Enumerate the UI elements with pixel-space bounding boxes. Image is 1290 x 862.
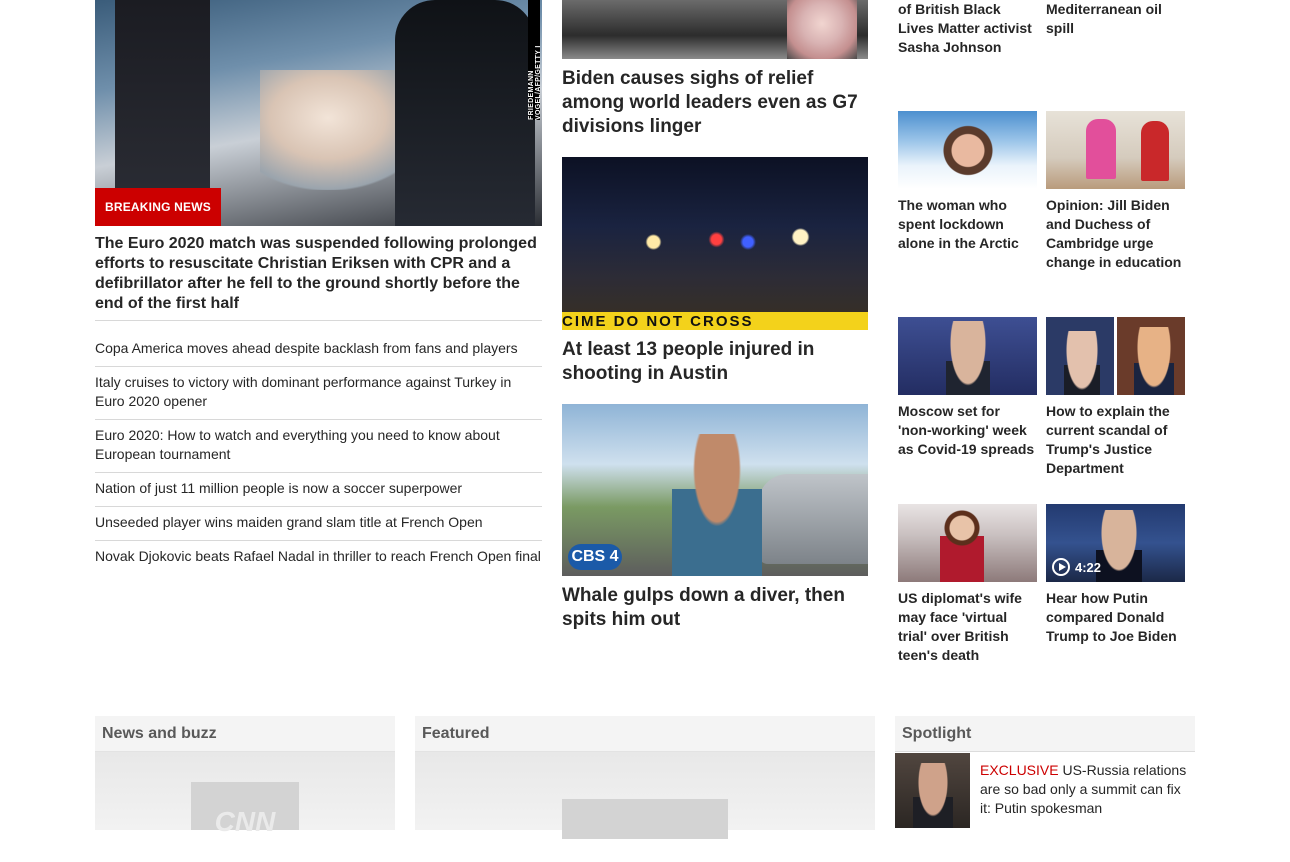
mini-card-title[interactable]: The woman who spent lockdown alone in th… bbox=[898, 196, 1037, 253]
mini-card[interactable]: How to explain the current scandal of Tr… bbox=[1046, 317, 1185, 504]
secondary-stories-column: Biden causes sighs of relief among world… bbox=[562, 0, 868, 632]
related-story-link[interactable]: Nation of just 11 million people is now … bbox=[95, 473, 542, 507]
thumbnail-face bbox=[1064, 331, 1100, 395]
thumbnail-face bbox=[946, 321, 990, 395]
thumbnail-figure bbox=[1141, 121, 1169, 181]
photo-credit: FRIEDEMANN VOGEL/AFP/GETTY I bbox=[528, 0, 542, 120]
mini-column-left-cards: The woman who spent lockdown alone in th… bbox=[898, 111, 1037, 665]
top-story-column: FRIEDEMANN VOGEL/AFP/GETTY I BREAKING NE… bbox=[95, 0, 542, 574]
parked-car bbox=[758, 474, 868, 564]
exclusive-kicker: EXCLUSIVE bbox=[980, 762, 1059, 778]
mini-card-title[interactable]: clean up Mediterranean oil spill bbox=[1046, 0, 1185, 38]
mini-card[interactable]: Opinion: Jill Biden and Duchess of Cambr… bbox=[1046, 111, 1185, 317]
news-and-buzz-zone: News and buzz CNN bbox=[95, 716, 395, 837]
cnn-logo-placeholder-icon bbox=[562, 799, 728, 839]
mini-card[interactable]: charged in shooting of British Black Liv… bbox=[898, 0, 1037, 57]
spotlight-thumbnail[interactable] bbox=[895, 753, 970, 828]
diver-person bbox=[672, 434, 762, 576]
zone-title: Spotlight bbox=[895, 716, 1195, 752]
whale-headline-link[interactable]: Whale gulps down a diver, then spits him… bbox=[562, 584, 868, 632]
classroom-thumbnail[interactable] bbox=[1046, 111, 1185, 189]
loading-placeholder bbox=[415, 752, 875, 839]
g7-image[interactable] bbox=[562, 0, 868, 59]
thumbnail-face bbox=[940, 510, 984, 582]
whale-diver-image[interactable]: CBS 4 bbox=[562, 404, 868, 576]
thumbnail-face bbox=[1134, 327, 1174, 395]
mini-column-right-cards: Opinion: Jill Biden and Duchess of Cambr… bbox=[1046, 111, 1185, 646]
cbs-logo-icon: CBS 4 bbox=[568, 544, 622, 570]
mini-card[interactable]: The woman who spent lockdown alone in th… bbox=[898, 111, 1037, 317]
mini-card-title[interactable]: US diplomat's wife may face 'virtual tri… bbox=[898, 589, 1037, 665]
thumbnail-face bbox=[913, 763, 953, 828]
crime-scene-tape: CIME DO NOT CROSS bbox=[562, 312, 868, 330]
breaking-news-badge: BREAKING NEWS bbox=[95, 188, 221, 226]
arctic-woman-thumbnail[interactable] bbox=[898, 111, 1037, 189]
mini-column-right: clean up Mediterranean oil spill bbox=[1046, 0, 1185, 38]
featured-zone: Featured bbox=[415, 716, 875, 839]
play-icon bbox=[1052, 558, 1070, 576]
g7-headline-link[interactable]: Biden causes sighs of relief among world… bbox=[562, 67, 868, 139]
hero-headline-link[interactable]: The Euro 2020 match was suspended follow… bbox=[95, 234, 542, 321]
thumbnail-figure bbox=[1086, 119, 1116, 179]
diplomat-wife-thumbnail[interactable] bbox=[898, 504, 1037, 582]
zone-title: News and buzz bbox=[95, 716, 395, 752]
mini-card-title[interactable]: charged in shooting of British Black Liv… bbox=[898, 0, 1037, 57]
mini-card[interactable]: 4:22 Hear how Putin compared Donald Trum… bbox=[1046, 504, 1185, 646]
cnn-logo-placeholder-icon: CNN bbox=[191, 782, 299, 837]
hero-image-eriksen[interactable]: FRIEDEMANN VOGEL/AFP/GETTY I BREAKING NE… bbox=[95, 0, 542, 226]
barr-trump-thumbnail[interactable] bbox=[1046, 317, 1185, 395]
loading-placeholder: CNN bbox=[95, 752, 395, 837]
spotlight-headline-link[interactable]: EXCLUSIVE US-Russia relations are so bad… bbox=[980, 761, 1191, 818]
related-stories-list: Copa America moves ahead despite backlas… bbox=[95, 333, 542, 574]
mini-column-left: charged in shooting of British Black Liv… bbox=[898, 0, 1037, 57]
thumbnail-face bbox=[1096, 510, 1142, 582]
putin-video-thumbnail[interactable]: 4:22 bbox=[1046, 504, 1185, 582]
related-story-link[interactable]: Euro 2020: How to watch and everything y… bbox=[95, 420, 542, 473]
spotlight-item[interactable]: EXCLUSIVE US-Russia relations are so bad… bbox=[895, 753, 1195, 830]
related-story-link[interactable]: Novak Djokovic beats Rafael Nadal in thr… bbox=[95, 541, 542, 574]
mini-card-title[interactable]: Opinion: Jill Biden and Duchess of Cambr… bbox=[1046, 196, 1185, 272]
video-duration-badge: 4:22 bbox=[1052, 558, 1101, 576]
mini-card-title[interactable]: Moscow set for 'non-working' week as Cov… bbox=[898, 402, 1037, 459]
video-duration: 4:22 bbox=[1075, 559, 1102, 575]
thumbnail-face bbox=[943, 119, 993, 189]
mini-card-title[interactable]: How to explain the current scandal of Tr… bbox=[1046, 402, 1185, 478]
zone-title: Featured bbox=[415, 716, 875, 752]
related-story-link[interactable]: Copa America moves ahead despite backlas… bbox=[95, 333, 542, 367]
related-story-link[interactable]: Italy cruises to victory with dominant p… bbox=[95, 367, 542, 420]
cnn-placeholder-text: CNN bbox=[214, 806, 276, 837]
mini-card[interactable]: US diplomat's wife may face 'virtual tri… bbox=[898, 504, 1037, 665]
mini-card[interactable]: clean up Mediterranean oil spill bbox=[1046, 0, 1185, 38]
related-story-link[interactable]: Unseeded player wins maiden grand slam t… bbox=[95, 507, 542, 541]
mini-card-title[interactable]: Hear how Putin compared Donald Trump to … bbox=[1046, 589, 1185, 646]
hero-figure-right bbox=[395, 0, 535, 226]
austin-headline-link[interactable]: At least 13 people injured in shooting i… bbox=[562, 338, 868, 386]
moscow-mayor-thumbnail[interactable] bbox=[898, 317, 1037, 395]
spotlight-zone: Spotlight EXCLUSIVE US-Russia relations … bbox=[895, 716, 1195, 830]
mini-card[interactable]: Moscow set for 'non-working' week as Cov… bbox=[898, 317, 1037, 504]
police-lights bbox=[622, 217, 832, 267]
austin-shooting-image[interactable]: CIME DO NOT CROSS bbox=[562, 157, 868, 330]
g7-image-figure bbox=[787, 0, 857, 59]
